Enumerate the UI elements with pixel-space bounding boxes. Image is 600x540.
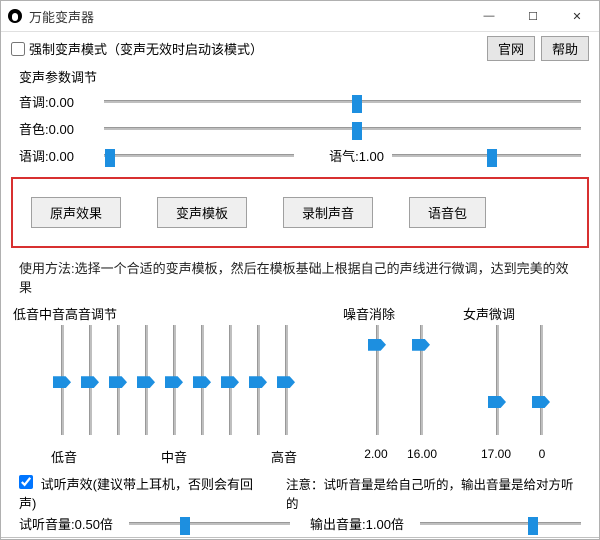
eq-slider-0[interactable]	[53, 325, 71, 435]
preview-volume-thumb[interactable]	[180, 517, 190, 535]
tone-thumb[interactable]	[487, 149, 497, 167]
eq-labels: 低音 中音 高音	[3, 445, 345, 468]
force-mode-checkbox[interactable]	[11, 42, 25, 56]
female-thumb-1[interactable]	[532, 396, 550, 408]
intonation-slider[interactable]	[104, 150, 294, 162]
timbre-thumb[interactable]	[352, 122, 362, 140]
mid-sliders-row: 低音中音高音调节 低音 中音 高音 噪音消除 2.00 16.00 女声微调 1…	[1, 300, 599, 468]
eq-thumb-7[interactable]	[249, 376, 267, 388]
timbre-slider[interactable]	[104, 123, 581, 135]
eq-title: 低音中音高音调节	[9, 304, 117, 323]
noise-slider-0[interactable]	[368, 325, 386, 435]
eq-thumb-4[interactable]	[165, 376, 183, 388]
app-title: 万能变声器	[29, 7, 94, 26]
eq-group: 低音中音高音调节 低音 中音 高音	[9, 304, 339, 468]
eq-slider-4[interactable]	[165, 325, 183, 435]
pitch-thumb[interactable]	[352, 95, 362, 113]
eq-thumb-8[interactable]	[277, 376, 295, 388]
output-volume-thumb[interactable]	[528, 517, 538, 535]
eq-thumb-3[interactable]	[137, 376, 155, 388]
noise-labels: 2.00 16.00	[355, 445, 443, 463]
noise-group: 噪音消除 2.00 16.00	[339, 304, 459, 468]
noise-title: 噪音消除	[339, 304, 395, 323]
voice-template-button[interactable]: 变声模板	[157, 197, 247, 228]
intonation-thumb[interactable]	[105, 149, 115, 167]
intonation-tone-row: 语调:0.00 语气:1.00	[1, 142, 599, 169]
eq-thumb-5[interactable]	[193, 376, 211, 388]
original-sound-button[interactable]: 原声效果	[31, 197, 121, 228]
timbre-row: 音色:0.00	[1, 115, 599, 142]
eq-slider-3[interactable]	[137, 325, 155, 435]
params-section-title: 变声参数调节	[1, 65, 599, 88]
noise-thumb-0[interactable]	[368, 339, 386, 351]
eq-slider-8[interactable]	[277, 325, 295, 435]
eq-slider-2[interactable]	[109, 325, 127, 435]
minimize-button[interactable]: —	[467, 1, 511, 31]
app-icon	[7, 8, 23, 24]
listen-notice: 注意：试听音量是给自己听的，输出音量是给对方听的	[286, 474, 581, 512]
force-mode-text: 强制变声模式（变声无效时启动该模式）	[29, 39, 263, 58]
record-sound-button[interactable]: 录制声音	[283, 197, 373, 228]
top-row: 强制变声模式（变声无效时启动该模式） 官网 帮助	[1, 32, 599, 65]
eq-thumb-1[interactable]	[81, 376, 99, 388]
maximize-button[interactable]: ☐	[511, 1, 555, 31]
help-button[interactable]: 帮助	[541, 36, 589, 61]
titlebar: 万能变声器 — ☐ ✕	[1, 1, 599, 32]
noise-thumb-1[interactable]	[412, 339, 430, 351]
app-window: 万能变声器 — ☐ ✕ 强制变声模式（变声无效时启动该模式） 官网 帮助 变声参…	[0, 0, 600, 540]
eq-slider-5[interactable]	[193, 325, 211, 435]
eq-slider-1[interactable]	[81, 325, 99, 435]
instruction-text: 使用方法:选择一个合适的变声模板，然后在模板基础上根据自己的声线进行微调，达到完…	[1, 254, 599, 300]
preview-volume-slider[interactable]	[129, 518, 290, 530]
volume-row: 试听音量:0.50倍 输出音量:1.00倍	[1, 514, 599, 537]
eq-sliders	[47, 325, 301, 445]
listen-checkbox[interactable]	[19, 475, 33, 489]
female-thumb-0[interactable]	[488, 396, 506, 408]
close-button[interactable]: ✕	[555, 1, 599, 31]
voice-pack-button[interactable]: 语音包	[409, 197, 486, 228]
tone-slider[interactable]	[392, 150, 581, 162]
listen-row: 试听声效(建议带上耳机，否则会有回声) 注意：试听音量是给自己听的，输出音量是给…	[1, 468, 599, 514]
force-mode-checkbox-label[interactable]: 强制变声模式（变声无效时启动该模式）	[11, 39, 263, 58]
noise-sliders	[362, 325, 436, 445]
eq-slider-7[interactable]	[249, 325, 267, 435]
female-slider-1[interactable]	[532, 325, 550, 435]
listen-checkbox-label[interactable]: 试听声效(建议带上耳机，否则会有回声)	[19, 474, 266, 512]
female-sliders	[482, 325, 556, 445]
female-labels: 17.00 0	[475, 445, 563, 463]
website-button[interactable]: 官网	[487, 36, 535, 61]
female-group: 女声微调 17.00 0	[459, 304, 579, 468]
female-slider-0[interactable]	[488, 325, 506, 435]
action-button-row: 原声效果 变声模板 录制声音 语音包	[11, 177, 589, 248]
eq-thumb-6[interactable]	[221, 376, 239, 388]
eq-slider-6[interactable]	[221, 325, 239, 435]
eq-thumb-2[interactable]	[109, 376, 127, 388]
output-volume-slider[interactable]	[420, 518, 581, 530]
noise-slider-1[interactable]	[412, 325, 430, 435]
pitch-row: 音调:0.00	[1, 88, 599, 115]
eq-thumb-0[interactable]	[53, 376, 71, 388]
female-title: 女声微调	[459, 304, 515, 323]
pitch-slider[interactable]	[104, 96, 581, 108]
